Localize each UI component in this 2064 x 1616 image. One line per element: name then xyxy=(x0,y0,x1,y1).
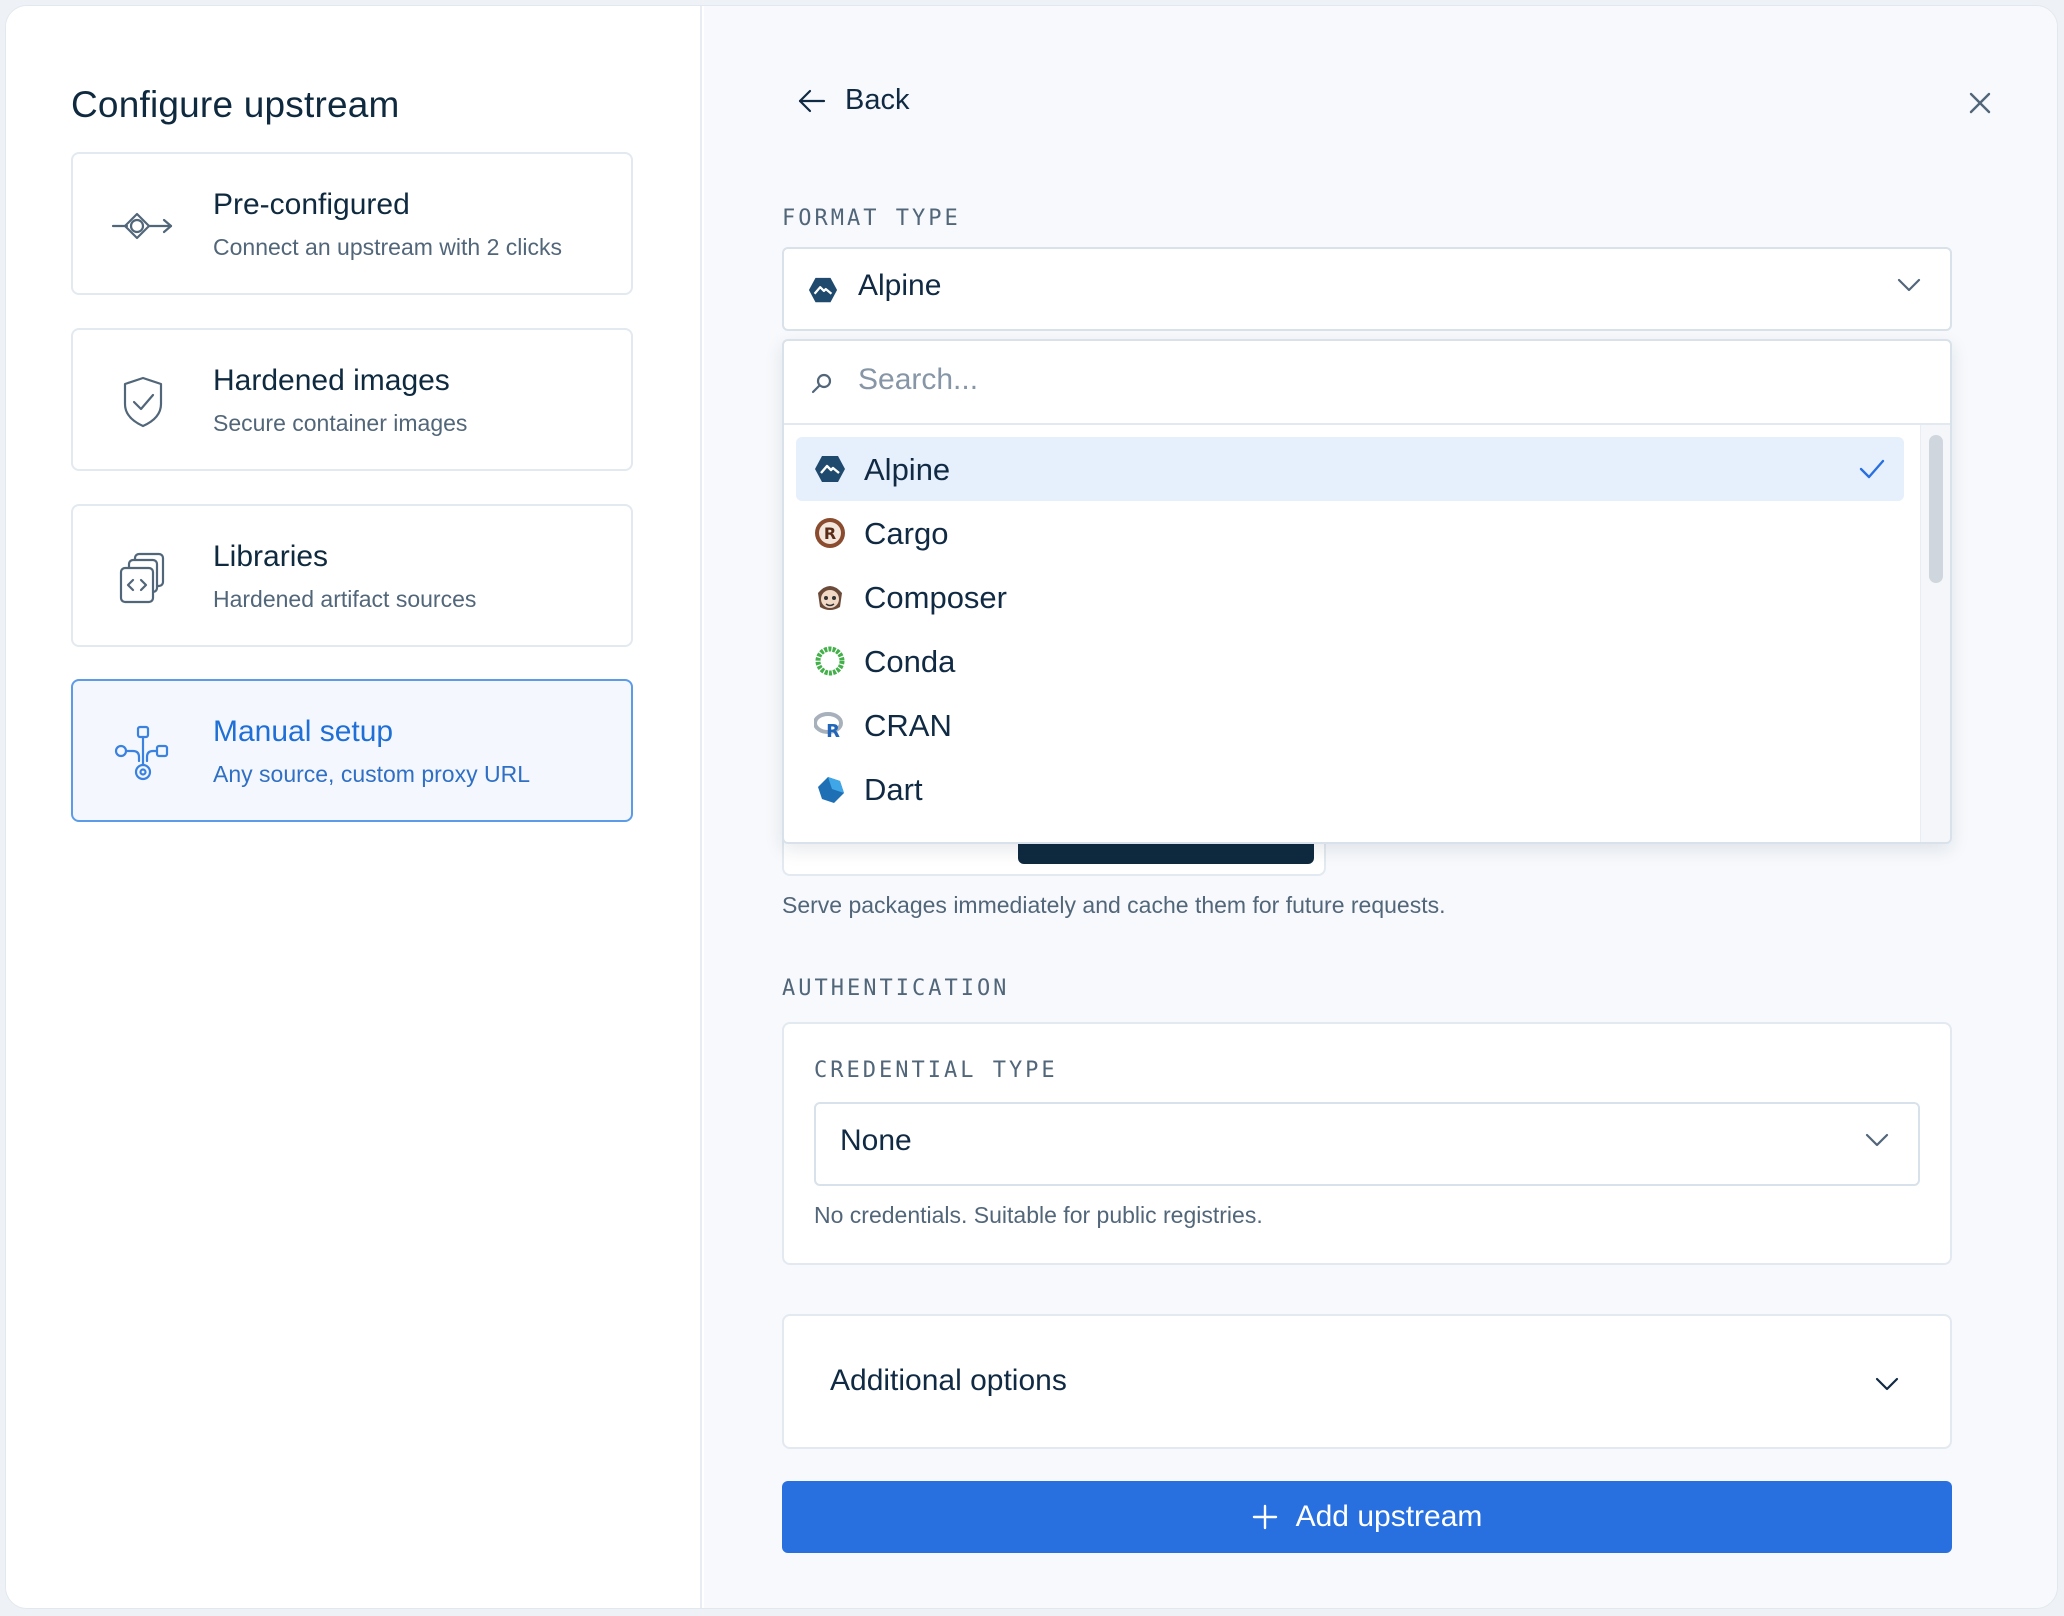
chevron-down-icon xyxy=(1865,1133,1889,1147)
additional-options-toggle[interactable]: Additional options xyxy=(782,1314,1952,1449)
close-icon[interactable] xyxy=(1965,88,1995,118)
option-label: Cargo xyxy=(864,516,949,551)
format-option-cargo[interactable]: R Cargo xyxy=(796,501,1904,565)
credential-type-value: None xyxy=(840,1124,912,1157)
shield-check-icon xyxy=(123,376,163,428)
option-label: Alpine xyxy=(864,452,951,487)
card-pre-configured[interactable]: Pre-configured Connect an upstream with … xyxy=(71,152,633,295)
format-type-value: Alpine xyxy=(858,269,942,302)
card-manual-setup[interactable]: Manual setup Any source, custom proxy UR… xyxy=(71,679,633,822)
format-type-label: FORMAT TYPE xyxy=(782,206,961,231)
arrow-left-icon xyxy=(798,89,826,112)
composer-logo-icon xyxy=(818,586,842,610)
format-dropdown: Search... Alpine R Cargo Composer Conda … xyxy=(782,339,1952,844)
check-icon xyxy=(1859,459,1885,479)
option-label: Dart xyxy=(864,772,923,807)
card-hardened-images[interactable]: Hardened images Secure container images xyxy=(71,328,633,471)
right-panel: Back FORMAT TYPE Alpine Serve packages i… xyxy=(704,6,2057,1608)
add-upstream-button[interactable]: Add upstream xyxy=(782,1481,1952,1553)
card-subtitle: Secure container images xyxy=(213,410,468,436)
search-icon xyxy=(811,373,832,394)
credential-help-text: No credentials. Suitable for public regi… xyxy=(814,1202,1263,1228)
format-option-composer[interactable]: Composer xyxy=(796,565,1904,629)
authentication-box: CREDENTIAL TYPE None No credentials. Sui… xyxy=(782,1022,1952,1265)
alpine-logo-icon xyxy=(815,456,845,482)
svg-text:R: R xyxy=(826,721,840,741)
network-node-icon xyxy=(114,725,169,781)
authentication-label: AUTHENTICATION xyxy=(782,976,1010,1001)
dropdown-scrollbar[interactable] xyxy=(1920,425,1950,842)
panel-title: Configure upstream xyxy=(71,84,400,125)
format-search[interactable]: Search... xyxy=(784,341,1950,425)
dialog: Configure upstream Pre-configured Connec… xyxy=(5,5,2058,1609)
alpine-logo-icon xyxy=(808,277,838,303)
card-title: Manual setup xyxy=(213,715,394,748)
format-option-conda[interactable]: Conda xyxy=(796,629,1904,693)
plus-icon xyxy=(1252,1504,1277,1530)
credential-type-label: CREDENTIAL TYPE xyxy=(814,1058,1058,1083)
card-title: Libraries xyxy=(213,540,329,573)
card-subtitle: Any source, custom proxy URL xyxy=(213,761,531,787)
code-stack-icon xyxy=(119,552,165,604)
format-type-select[interactable]: Alpine xyxy=(782,247,1952,331)
format-option-dart[interactable]: Dart xyxy=(796,757,1904,821)
format-option-alpine[interactable]: Alpine xyxy=(796,437,1904,501)
format-option-cran[interactable]: R CRAN xyxy=(796,693,1904,757)
chevron-down-icon xyxy=(1875,1377,1899,1391)
back-button[interactable]: Back xyxy=(797,84,909,117)
additional-options-label: Additional options xyxy=(830,1364,1067,1397)
cargo-logo-icon: R xyxy=(815,518,845,548)
card-title: Hardened images xyxy=(213,364,450,397)
card-title: Pre-configured xyxy=(213,188,410,221)
card-subtitle: Connect an upstream with 2 clicks xyxy=(213,234,562,260)
format-options-list: Alpine R Cargo Composer Conda R CRAN Dar… xyxy=(796,437,1904,821)
cran-logo-icon: R xyxy=(814,712,843,741)
svg-text:R: R xyxy=(824,524,836,543)
option-label: Composer xyxy=(864,580,1007,615)
credential-type-select[interactable]: None xyxy=(814,1102,1920,1186)
option-label: Conda xyxy=(864,644,956,679)
conda-logo-icon xyxy=(815,646,845,676)
scrollbar-thumb[interactable] xyxy=(1929,435,1943,583)
card-subtitle: Hardened artifact sources xyxy=(213,586,477,612)
dart-logo-icon xyxy=(818,777,844,803)
chevron-down-icon xyxy=(1897,278,1921,292)
cache-help-text: Serve packages immediately and cache the… xyxy=(782,892,1446,918)
left-panel: Configure upstream Pre-configured Connec… xyxy=(6,6,702,1608)
back-label: Back xyxy=(845,84,910,116)
add-upstream-label: Add upstream xyxy=(1295,1500,1483,1533)
search-input[interactable]: Search... xyxy=(858,363,978,397)
card-libraries[interactable]: Libraries Hardened artifact sources xyxy=(71,504,633,647)
option-label: CRAN xyxy=(864,708,952,743)
connect-icon xyxy=(111,212,173,240)
